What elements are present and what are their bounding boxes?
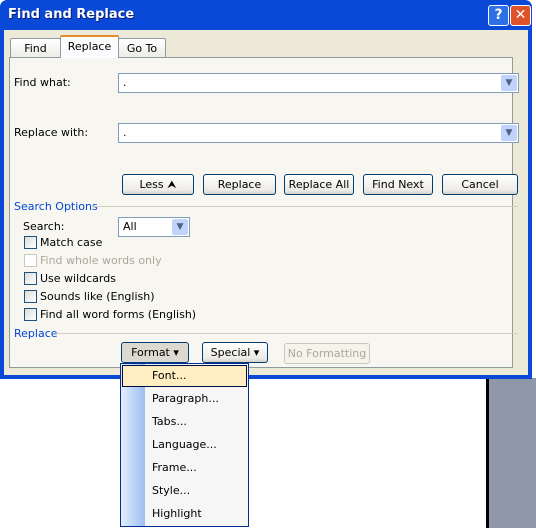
tab-replace[interactable]: Replace	[60, 35, 119, 58]
close-icon[interactable]: ✕	[510, 5, 531, 26]
find-what-label: Find what:	[14, 76, 71, 89]
divider	[92, 206, 518, 207]
replace-with-input[interactable]: . ▼	[118, 123, 519, 143]
replace-button[interactable]: Replace	[203, 174, 276, 195]
search-options-heading: Search Options	[14, 200, 98, 213]
format-button[interactable]: Format ▾	[121, 342, 189, 363]
menu-item-highlight[interactable]: Highlight	[122, 503, 247, 525]
wildcards-label[interactable]: Use wildcards	[40, 272, 116, 285]
match-case-checkbox[interactable]	[24, 236, 37, 249]
sounds-like-checkbox[interactable]	[24, 290, 37, 303]
document-background	[489, 378, 536, 528]
cancel-button[interactable]: Cancel	[442, 174, 518, 195]
menu-item-paragraph[interactable]: Paragraph...	[122, 388, 247, 410]
search-direction-value: All	[123, 220, 137, 233]
wildcards-checkbox[interactable]	[24, 272, 37, 285]
special-button[interactable]: Special ▾	[202, 342, 268, 363]
tab-go-to[interactable]: Go To	[118, 38, 166, 58]
divider	[56, 333, 518, 334]
search-label: Search:	[23, 220, 65, 233]
replace-heading: Replace	[14, 327, 58, 340]
replace-with-label: Replace with:	[14, 126, 89, 139]
menu-item-style[interactable]: Style...	[122, 480, 247, 502]
chevron-down-icon[interactable]: ▼	[172, 219, 188, 235]
match-case-label[interactable]: Match case	[40, 236, 102, 249]
word-forms-label[interactable]: Find all word forms (English)	[40, 308, 196, 321]
help-icon[interactable]: ?	[488, 5, 509, 26]
menu-item-font[interactable]: Font...	[122, 365, 247, 387]
menu-item-language[interactable]: Language...	[122, 434, 247, 456]
chevron-down-icon[interactable]: ▼	[501, 75, 517, 91]
replace-with-value: .	[123, 126, 127, 139]
sounds-like-label[interactable]: Sounds like (English)	[40, 290, 155, 303]
no-formatting-button: No Formatting	[284, 343, 370, 364]
tab-find[interactable]: Find	[10, 38, 61, 58]
replace-all-button[interactable]: Replace All	[284, 174, 354, 195]
less-button[interactable]: Less ⮝	[122, 174, 194, 195]
search-direction-select[interactable]: All ▼	[118, 217, 190, 237]
find-what-value: .	[123, 76, 127, 89]
find-what-input[interactable]: . ▼	[118, 73, 519, 93]
word-forms-checkbox[interactable]	[24, 308, 37, 321]
chevron-down-icon[interactable]: ▼	[501, 125, 517, 141]
whole-words-checkbox	[24, 254, 37, 267]
menu-item-tabs[interactable]: Tabs...	[122, 411, 247, 433]
find-next-button[interactable]: Find Next	[363, 174, 433, 195]
dialog-title: Find and Replace	[8, 7, 135, 22]
whole-words-label: Find whole words only	[40, 254, 162, 267]
format-menu: Font... Paragraph... Tabs... Language...…	[120, 363, 249, 527]
menu-item-frame[interactable]: Frame...	[122, 457, 247, 479]
